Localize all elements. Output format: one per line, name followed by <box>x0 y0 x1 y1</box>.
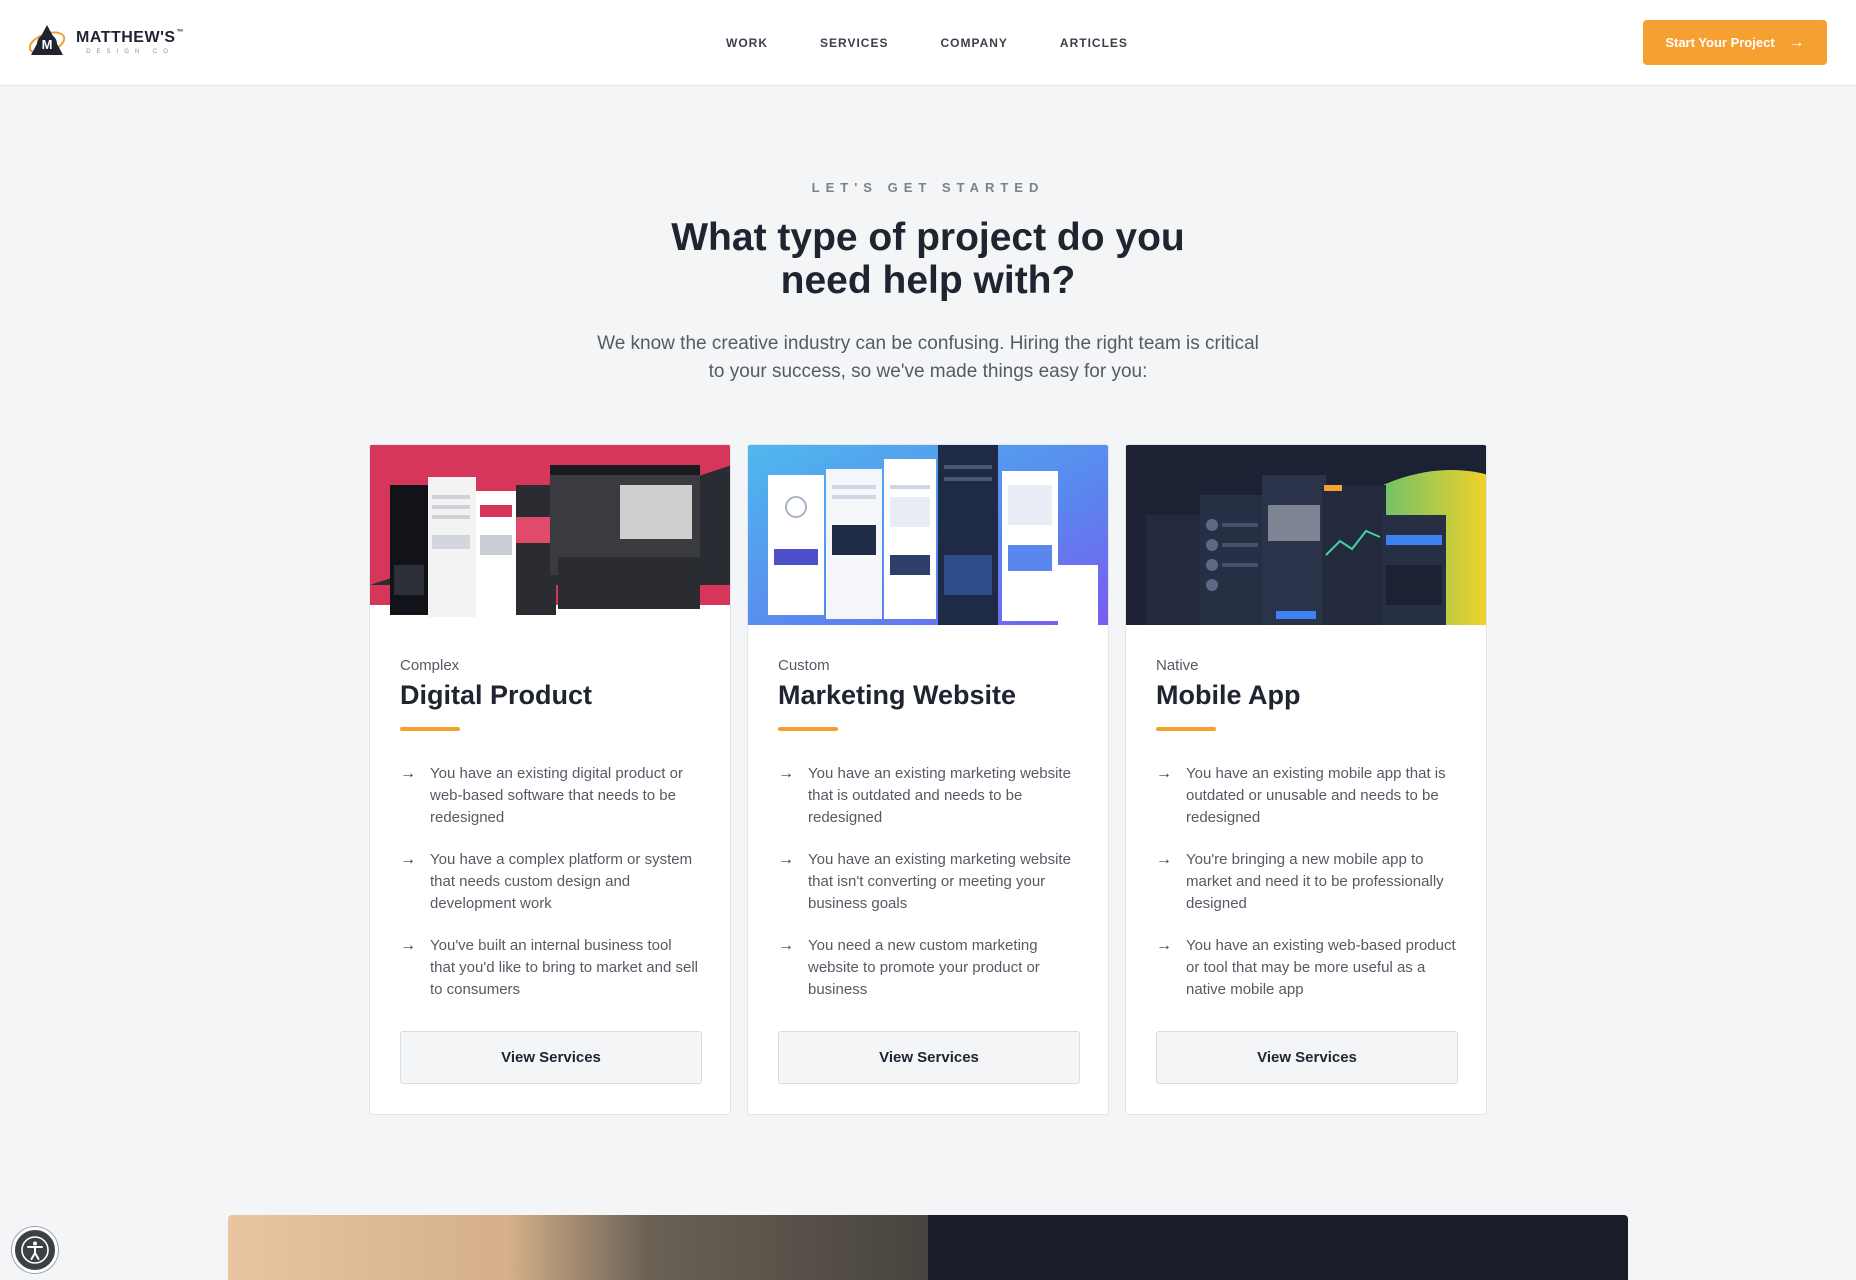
view-services-button[interactable]: View Services <box>400 1031 702 1084</box>
mobile-app-screenshots-image <box>1126 445 1486 625</box>
nav-item-company[interactable]: COMPANY <box>940 36 1007 50</box>
brand-tagline: DESIGN CO <box>86 49 174 55</box>
site-header: M MATTHEW'S™ DESIGN CO WORK SERVICES COM… <box>0 0 1856 86</box>
list-item: → You have an existing marketing website … <box>778 763 1078 829</box>
list-item-text: You need a new custom marketing website … <box>808 937 1040 998</box>
list-item: → You have a complex platform or system t… <box>400 849 700 915</box>
card-accent-rule <box>778 727 838 731</box>
main-nav: WORK SERVICES COMPANY ARTICLES <box>700 0 1154 86</box>
dark-panel <box>928 1215 1628 1280</box>
list-item: → You need a new custom marketing website… <box>778 935 1078 1001</box>
logo-mark-icon: M <box>26 21 68 63</box>
brand-logo[interactable]: M MATTHEW'S™ DESIGN CO <box>26 18 196 66</box>
card-kicker: Complex <box>400 657 460 674</box>
card-bullet-list: → You have an existing marketing website … <box>778 763 1078 1001</box>
section-lead: We know the creative industry can be con… <box>597 333 1259 382</box>
logo-letter: M <box>42 37 53 52</box>
arrow-right-icon: → <box>778 765 794 782</box>
list-item-text: You have an existing marketing website t… <box>808 765 1071 826</box>
next-section-preview <box>228 1215 1628 1280</box>
list-item-text: You're bringing a new mobile app to mark… <box>1186 851 1444 912</box>
trademark: ™ <box>176 29 185 36</box>
project-card-marketing-website: Custom Marketing Website → You have an ex… <box>747 444 1109 1115</box>
card-kicker: Native <box>1156 657 1199 674</box>
arrow-right-icon: → <box>1156 765 1172 782</box>
start-project-button[interactable]: Start Your Project → <box>1643 20 1827 65</box>
nav-item-services[interactable]: SERVICES <box>820 36 888 50</box>
list-item-text: You have an existing web-based product o… <box>1186 937 1456 998</box>
marketing-website-screenshots-image <box>748 445 1108 625</box>
list-item-text: You have an existing marketing website t… <box>808 851 1071 912</box>
arrow-right-icon: → <box>1788 33 1805 51</box>
card-accent-rule <box>400 727 460 731</box>
card-kicker: Custom <box>778 657 830 674</box>
card-bullet-list: → You have an existing digital product or… <box>400 763 700 1001</box>
list-item-text: You have a complex platform or system th… <box>430 851 693 912</box>
start-project-label: Start Your Project <box>1665 35 1775 50</box>
brand-name: MATTHEW'S™ <box>76 29 184 47</box>
list-item-text: You've built an internal business tool t… <box>430 937 699 998</box>
list-item: → You have an existing digital product or… <box>400 763 700 829</box>
view-services-button[interactable]: View Services <box>1156 1031 1458 1084</box>
list-item: → You have an existing web-based product … <box>1156 935 1456 1001</box>
nav-item-articles[interactable]: ARTICLES <box>1060 36 1128 50</box>
card-title: Mobile App <box>1156 680 1301 710</box>
list-item-text: You have an existing mobile app that is … <box>1186 765 1446 826</box>
arrow-right-icon: → <box>778 851 794 868</box>
view-services-button[interactable]: View Services <box>778 1031 1080 1084</box>
arrow-right-icon: → <box>400 937 416 954</box>
card-accent-rule <box>1156 727 1216 731</box>
section-heading: What type of project do you need help wi… <box>671 216 1185 302</box>
arrow-right-icon: → <box>1156 851 1172 868</box>
list-item: → You've built an internal business tool … <box>400 935 700 1001</box>
arrow-right-icon: → <box>400 851 416 868</box>
list-item-text: You have an existing digital product or … <box>430 765 683 826</box>
accessibility-button[interactable] <box>12 1227 58 1273</box>
arrow-right-icon: → <box>1156 937 1172 954</box>
card-title: Digital Product <box>400 680 593 710</box>
project-card-mobile-app: Native Mobile App → You have an existing … <box>1125 444 1487 1115</box>
team-photo-image <box>228 1215 928 1280</box>
card-bullet-list: → You have an existing mobile app that is… <box>1156 763 1456 1001</box>
list-item: → You're bringing a new mobile app to mar… <box>1156 849 1456 915</box>
accessibility-icon <box>21 1236 49 1264</box>
digital-product-screenshots-image <box>370 445 730 625</box>
project-card-digital-product: Complex Digital Product → You have an exi… <box>369 444 731 1115</box>
list-item: → You have an existing mobile app that is… <box>1156 763 1456 829</box>
arrow-right-icon: → <box>778 937 794 954</box>
card-title: Marketing Website <box>778 680 1017 710</box>
arrow-right-icon: → <box>400 765 416 782</box>
section-eyebrow: LET'S GET STARTED <box>811 180 1045 195</box>
nav-item-work[interactable]: WORK <box>726 36 768 50</box>
brand-name-text: MATTHEW'S <box>76 29 176 46</box>
list-item: → You have an existing marketing website … <box>778 849 1078 915</box>
